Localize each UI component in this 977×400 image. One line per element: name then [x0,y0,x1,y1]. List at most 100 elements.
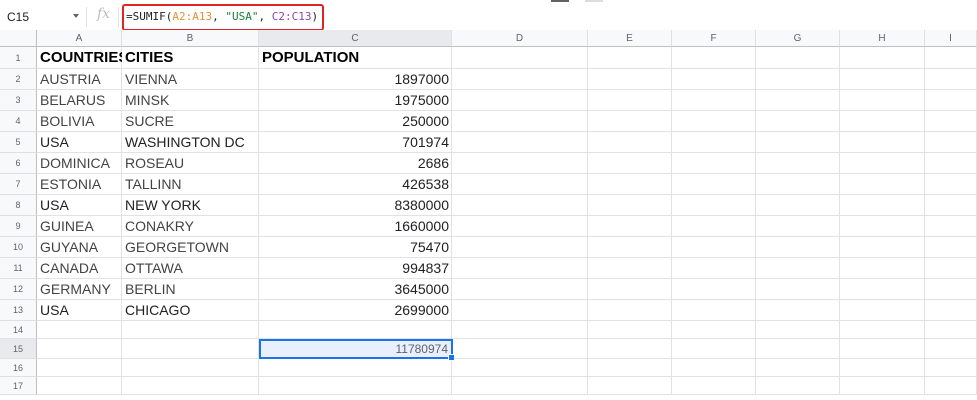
column-header-e[interactable]: E [588,30,672,47]
cell-i14[interactable] [925,321,977,339]
cell-g15[interactable] [756,339,840,359]
cell-d5[interactable] [452,132,588,153]
cell-f2[interactable] [672,69,756,90]
cell-g16[interactable] [756,359,840,377]
cell-g10[interactable] [756,237,840,258]
cell-d13[interactable] [452,300,588,321]
cell-i8[interactable] [925,195,977,216]
cell-h1[interactable] [840,47,925,69]
cell-e14[interactable] [588,321,672,339]
column-header-i[interactable]: I [925,30,977,47]
cell-f17[interactable] [672,377,756,395]
row-header-6[interactable]: 6 [0,153,37,174]
cell-i7[interactable] [925,174,977,195]
row-header-7[interactable]: 7 [0,174,37,195]
cell-e11[interactable] [588,258,672,279]
column-header-a[interactable]: A [37,30,122,47]
row-header-12[interactable]: 12 [0,279,37,300]
cell-e13[interactable] [588,300,672,321]
cell-e17[interactable] [588,377,672,395]
cell-d12[interactable] [452,279,588,300]
cell-f13[interactable] [672,300,756,321]
cell-e7[interactable] [588,174,672,195]
row-header-17[interactable]: 17 [0,377,37,395]
cell-g17[interactable] [756,377,840,395]
cell-d17[interactable] [452,377,588,395]
cell-e2[interactable] [588,69,672,90]
cell-d14[interactable] [452,321,588,339]
cell-g1[interactable] [756,47,840,69]
cell-g3[interactable] [756,90,840,111]
cell-d9[interactable] [452,216,588,237]
cell-i6[interactable] [925,153,977,174]
column-header-c[interactable]: C [259,30,452,47]
cell-f9[interactable] [672,216,756,237]
cell-e9[interactable] [588,216,672,237]
cell-f10[interactable] [672,237,756,258]
column-header-b[interactable]: B [122,30,259,47]
column-header-g[interactable]: G [756,30,840,47]
row-header-9[interactable]: 9 [0,216,37,237]
cell-i12[interactable] [925,279,977,300]
cell-a15[interactable] [37,339,122,359]
cell-i11[interactable] [925,258,977,279]
cell-b15[interactable] [122,339,259,359]
row-header-11[interactable]: 11 [0,258,37,279]
cell-i9[interactable] [925,216,977,237]
row-header-15[interactable]: 15 [0,339,37,359]
cell-g4[interactable] [756,111,840,132]
fill-handle[interactable] [448,354,455,361]
cell-h14[interactable] [840,321,925,339]
column-header-d[interactable]: D [452,30,588,47]
cell-f14[interactable] [672,321,756,339]
cell-h8[interactable] [840,195,925,216]
cell-h9[interactable] [840,216,925,237]
cell-d15[interactable] [452,339,588,359]
cell-h5[interactable] [840,132,925,153]
cell-h11[interactable] [840,258,925,279]
cell-e1[interactable] [588,47,672,69]
cell-d1[interactable] [452,47,588,69]
cell-h4[interactable] [840,111,925,132]
row-header-1[interactable]: 1 [0,47,37,69]
cell-f6[interactable] [672,153,756,174]
row-header-4[interactable]: 4 [0,111,37,132]
cell-g13[interactable] [756,300,840,321]
cell-g14[interactable] [756,321,840,339]
cell-d6[interactable] [452,153,588,174]
cell-e6[interactable] [588,153,672,174]
cell-f8[interactable] [672,195,756,216]
row-header-8[interactable]: 8 [0,195,37,216]
cell-b17[interactable] [122,377,259,395]
cell-e4[interactable] [588,111,672,132]
cell-d3[interactable] [452,90,588,111]
cell-d8[interactable] [452,195,588,216]
cell-h7[interactable] [840,174,925,195]
cell-f15[interactable] [672,339,756,359]
cell-g7[interactable] [756,174,840,195]
cell-i3[interactable] [925,90,977,111]
cell-f7[interactable] [672,174,756,195]
cell-i2[interactable] [925,69,977,90]
cell-i15[interactable] [925,339,977,359]
cell-i4[interactable] [925,111,977,132]
cell-g5[interactable] [756,132,840,153]
cell-e5[interactable] [588,132,672,153]
column-header-f[interactable]: F [672,30,756,47]
cell-c16[interactable] [259,359,452,377]
cell-h15[interactable] [840,339,925,359]
cell-d7[interactable] [452,174,588,195]
cell-h13[interactable] [840,300,925,321]
cell-e16[interactable] [588,359,672,377]
cell-h17[interactable] [840,377,925,395]
cell-f11[interactable] [672,258,756,279]
cell-g12[interactable] [756,279,840,300]
cell-i16[interactable] [925,359,977,377]
row-header-16[interactable]: 16 [0,359,37,377]
cell-e10[interactable] [588,237,672,258]
cell-f1[interactable] [672,47,756,69]
cell-h6[interactable] [840,153,925,174]
cell-a14[interactable] [37,321,122,339]
cell-b16[interactable] [122,359,259,377]
cell-h3[interactable] [840,90,925,111]
